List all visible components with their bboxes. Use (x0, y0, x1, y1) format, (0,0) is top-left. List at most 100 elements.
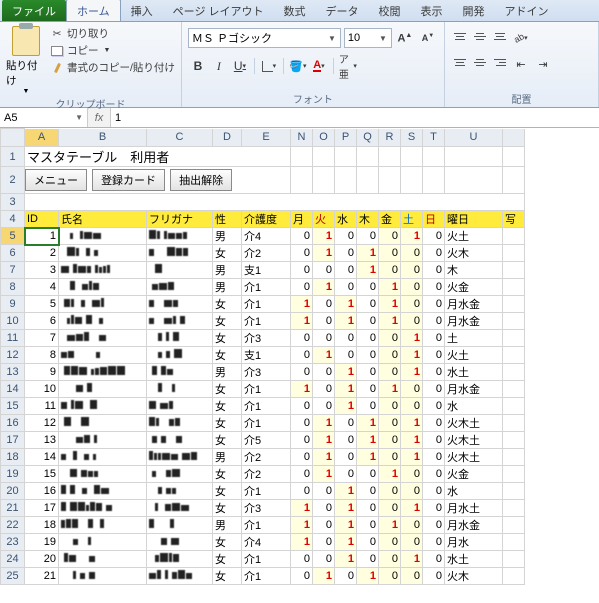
table-row[interactable]: 1511女介10010000水 (1, 398, 525, 415)
align-right-button[interactable] (491, 54, 509, 70)
col-header-A[interactable]: A (25, 129, 59, 147)
col-header-T[interactable]: T (423, 129, 445, 147)
italic-button[interactable]: I (209, 56, 229, 76)
table-row[interactable]: 117女介30000010土 (1, 330, 525, 347)
row-header[interactable]: 13 (1, 364, 25, 381)
tab-2[interactable]: ページ レイアウト (163, 0, 274, 21)
table-row[interactable]: 95女介11010100月水金 (1, 296, 525, 313)
row-header[interactable]: 20 (1, 483, 25, 500)
tab-1[interactable]: 挿入 (121, 0, 163, 21)
cut-button[interactable]: ✂切り取り (50, 26, 175, 41)
row-header[interactable]: 9 (1, 296, 25, 313)
table-row[interactable]: 2420女介10010010水土 (1, 551, 525, 568)
row-header[interactable]: 25 (1, 568, 25, 585)
align-top-button[interactable] (451, 28, 469, 44)
table-row[interactable]: 2218男介11010100月水金 (1, 517, 525, 534)
col-header-N[interactable]: N (291, 129, 313, 147)
row-header[interactable]: 3 (1, 194, 25, 211)
row-header[interactable]: 22 (1, 517, 25, 534)
table-row[interactable]: 1915女介20100100火金 (1, 466, 525, 483)
align-middle-button[interactable] (471, 28, 489, 44)
tab-3[interactable]: 数式 (274, 0, 316, 21)
row-header[interactable]: 4 (1, 211, 25, 228)
align-center-button[interactable] (471, 54, 489, 70)
table-row[interactable]: 1713女介50101010火木土 (1, 432, 525, 449)
table-row[interactable]: 128女支10100010火土 (1, 347, 525, 364)
row-header[interactable]: 14 (1, 381, 25, 398)
col-header-Q[interactable]: Q (357, 129, 379, 147)
table-row[interactable]: 2319女介41010000月水 (1, 534, 525, 551)
col-header-O[interactable]: O (313, 129, 335, 147)
row-header[interactable]: 2 (1, 167, 25, 194)
tab-4[interactable]: データ (316, 0, 369, 21)
font-name-combo[interactable]: ＭＳ Ｐゴシック▼ (188, 28, 341, 48)
indent-inc-button[interactable]: ⇥ (533, 54, 553, 74)
name-box[interactable]: A5▼ (0, 108, 88, 127)
row-header[interactable]: 8 (1, 279, 25, 296)
tab-8[interactable]: アドイン (495, 0, 559, 21)
border-button[interactable]: ▾ (259, 56, 279, 76)
select-all-corner[interactable] (1, 129, 25, 147)
col-header-C[interactable]: C (147, 129, 213, 147)
row-header[interactable]: 7 (1, 262, 25, 279)
table-row[interactable]: 139男介30010010水土 (1, 364, 525, 381)
table-row[interactable]: 1814男介20101010火木土 (1, 449, 525, 466)
font-color-button[interactable]: A▾ (309, 56, 329, 76)
menu-button[interactable]: メニュー (25, 169, 87, 191)
row-header[interactable]: 11 (1, 330, 25, 347)
row-header[interactable]: 16 (1, 415, 25, 432)
orientation-button[interactable]: ab▾ (511, 28, 531, 48)
row-header[interactable]: 15 (1, 398, 25, 415)
tab-file[interactable]: ファイル (2, 0, 66, 21)
tab-5[interactable]: 校閲 (369, 0, 411, 21)
font-size-combo[interactable]: 10▼ (344, 28, 392, 48)
fx-icon[interactable]: fx (88, 112, 110, 124)
row-header[interactable]: 17 (1, 432, 25, 449)
table-row[interactable]: 2016女介10010000水 (1, 483, 525, 500)
align-left-button[interactable] (451, 54, 469, 70)
col-header-S[interactable]: S (401, 129, 423, 147)
row-header[interactable]: 19 (1, 466, 25, 483)
phonetic-button[interactable]: ア亜▾ (338, 56, 358, 76)
fill-color-button[interactable]: 🪣▾ (288, 56, 308, 76)
grow-font-button[interactable]: A▲ (395, 28, 415, 48)
copy-button[interactable]: コピー▼ (50, 43, 175, 58)
tab-6[interactable]: 表示 (411, 0, 453, 21)
shrink-font-button[interactable]: A▼ (418, 28, 438, 48)
clear-filter-button[interactable]: 抽出解除 (170, 169, 232, 191)
indent-dec-button[interactable]: ⇤ (511, 54, 531, 74)
format-painter-button[interactable]: 書式のコピー/貼り付け (50, 60, 175, 75)
tab-0[interactable]: ホーム (66, 0, 121, 21)
col-header-B[interactable]: B (59, 129, 147, 147)
row-header[interactable]: 5 (1, 228, 25, 245)
table-row[interactable]: 62女介20101000火木 (1, 245, 525, 262)
table-row[interactable]: 106女介11010100月水金 (1, 313, 525, 330)
col-header-R[interactable]: R (379, 129, 401, 147)
align-bottom-button[interactable] (491, 28, 509, 44)
table-row[interactable]: 1410女介11010100月水金 (1, 381, 525, 398)
row-header[interactable]: 18 (1, 449, 25, 466)
table-row[interactable]: 2117女介31010010月水土 (1, 500, 525, 517)
formula-input[interactable]: 1 (110, 108, 599, 127)
table-row[interactable]: 84男介10100100火金 (1, 279, 525, 296)
col-header-D[interactable]: D (213, 129, 242, 147)
row-header[interactable]: 12 (1, 347, 25, 364)
col-header-E[interactable]: E (242, 129, 291, 147)
table-row[interactable]: 73男支10001000木 (1, 262, 525, 279)
paste-button[interactable]: 貼り付け ▼ (6, 24, 46, 95)
table-row[interactable]: 1612女介10101010火木土 (1, 415, 525, 432)
tab-7[interactable]: 開発 (453, 0, 495, 21)
row-header[interactable]: 6 (1, 245, 25, 262)
row-header[interactable]: 23 (1, 534, 25, 551)
worksheet-grid[interactable]: ABCDENOPQRSTU 1 マスタテーブル 利用者 2 メニュー 登録カード… (0, 128, 599, 585)
row-header[interactable]: 1 (1, 147, 25, 167)
register-card-button[interactable]: 登録カード (92, 169, 165, 191)
row-header[interactable]: 24 (1, 551, 25, 568)
row-header[interactable]: 21 (1, 500, 25, 517)
col-header-U[interactable]: U (445, 129, 503, 147)
bold-button[interactable]: B (188, 56, 208, 76)
table-row[interactable]: 2521女介10101000火木 (1, 568, 525, 585)
underline-button[interactable]: U▾ (230, 56, 250, 76)
row-header[interactable]: 10 (1, 313, 25, 330)
col-header-P[interactable]: P (335, 129, 357, 147)
